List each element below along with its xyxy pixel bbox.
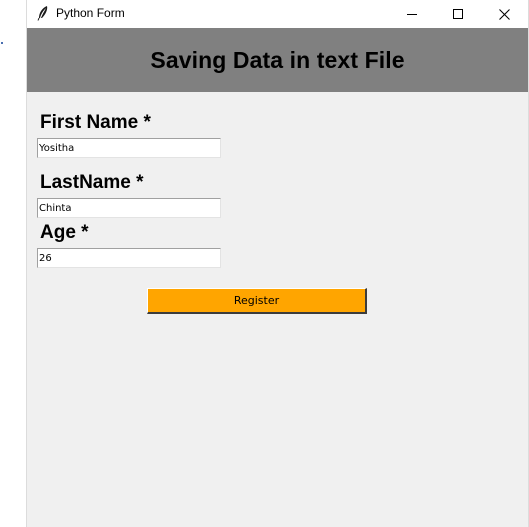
feather-icon <box>36 5 50 21</box>
first-name-label: First Name * <box>40 112 151 133</box>
close-button[interactable] <box>481 0 527 28</box>
window-title: Python Form <box>56 6 125 20</box>
close-icon <box>498 8 510 20</box>
minimize-icon <box>407 14 417 15</box>
last-name-input[interactable] <box>37 198 221 218</box>
title-bar[interactable]: Python Form <box>27 0 528 28</box>
app-window: Python Form Saving Data in text File Fir… <box>26 0 529 527</box>
page-title: Saving Data in text File <box>150 46 405 73</box>
maximize-button[interactable] <box>435 0 481 28</box>
age-input[interactable] <box>37 248 221 268</box>
minimize-button[interactable] <box>389 0 435 28</box>
last-name-label: LastName * <box>40 172 144 193</box>
first-name-input[interactable] <box>37 138 221 158</box>
maximize-icon <box>453 9 463 19</box>
desktop-background-dot <box>1 42 3 44</box>
register-button[interactable]: Register <box>147 288 367 314</box>
age-label: Age * <box>40 222 89 243</box>
header-banner: Saving Data in text File <box>27 28 528 92</box>
